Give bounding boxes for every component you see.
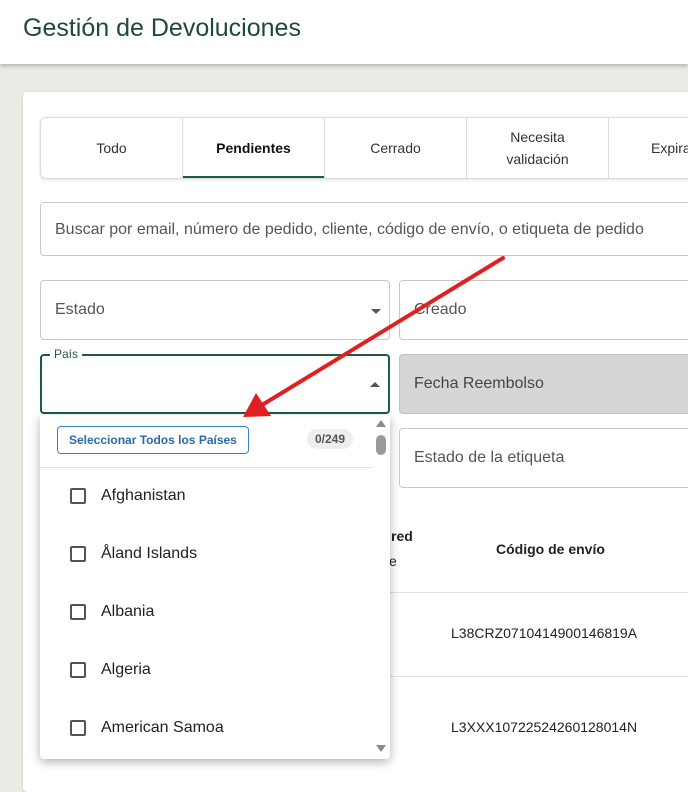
top-bar: Gestión de Devoluciones [0, 0, 688, 64]
country-option-label: American Samoa [101, 719, 224, 736]
scroll-up-arrow-icon[interactable] [376, 420, 386, 427]
scroll-down-arrow-icon[interactable] [376, 745, 386, 752]
country-option[interactable]: Åland Islands [40, 525, 372, 583]
checkbox[interactable] [70, 720, 86, 736]
tab-expira[interactable]: Expira [609, 118, 688, 178]
estado-etiqueta-label: Estado de la etiqueta [414, 449, 565, 466]
country-option-label: Algeria [101, 661, 151, 678]
pais-select[interactable]: País [40, 347, 390, 414]
country-option[interactable]: Algeria [40, 641, 372, 699]
estado-select[interactable]: Estado [40, 280, 390, 340]
estado-etiqueta-select[interactable]: Estado de la etiqueta [399, 428, 688, 488]
dropdown-header: Seleccionar Todos los Países 0/249 [40, 415, 372, 468]
select-all-countries-button[interactable]: Seleccionar Todos los Países [57, 426, 249, 454]
row-divider [390, 592, 688, 593]
country-option[interactable]: Afghanistan [40, 467, 372, 525]
page-title: Gestión de Devoluciones [23, 14, 301, 42]
row-divider [390, 676, 688, 677]
fecha-reembolso-field[interactable]: Fecha Reembolso [399, 354, 688, 414]
scroll-thumb[interactable] [376, 435, 386, 455]
shipping-code-cell: L3XXX10722524260128014N [451, 719, 638, 735]
chevron-down-icon [371, 309, 381, 314]
checkbox[interactable] [70, 662, 86, 678]
creado-date-field[interactable]: Creado [399, 280, 688, 340]
pais-label: País [50, 347, 83, 361]
tab-necesita-validacion-label: Necesita validación [506, 129, 569, 167]
checkbox[interactable] [70, 604, 86, 620]
chevron-up-icon [370, 382, 380, 387]
tab-pendientes[interactable]: Pendientes [183, 118, 325, 178]
checkbox[interactable] [70, 488, 86, 504]
search-input[interactable]: Buscar por email, número de pedido, clie… [40, 202, 688, 256]
selection-count-badge: 0/249 [307, 429, 354, 449]
country-option-label: Afghanistan [101, 487, 186, 504]
tab-todo[interactable]: Todo [41, 118, 183, 178]
checkbox[interactable] [70, 546, 86, 562]
creado-label: Creado [414, 301, 467, 318]
shipping-code-cell: L38CRZ0710414900146819A [451, 625, 638, 641]
fecha-reembolso-label: Fecha Reembolso [414, 375, 544, 392]
status-tabs: Todo Pendientes Cerrado Necesita validac… [40, 117, 688, 179]
column-header-shipping-code[interactable]: Código de envío [496, 541, 605, 557]
dropdown-scrollbar[interactable] [372, 415, 390, 759]
tab-necesita-validacion[interactable]: Necesita validación [467, 118, 609, 178]
country-dropdown: Seleccionar Todos los Países 0/249 Afgha… [40, 415, 390, 759]
country-option-label: Åland Islands [101, 545, 198, 562]
country-option[interactable]: American Samoa [40, 699, 372, 757]
estado-label: Estado [55, 301, 105, 318]
country-option-label: Albania [101, 603, 155, 620]
partial-column-header-2: e [389, 553, 397, 569]
country-option[interactable]: Albania [40, 583, 372, 641]
search-placeholder: Buscar por email, número de pedido, clie… [55, 221, 644, 238]
partial-column-header: red [391, 528, 413, 544]
tab-cerrado[interactable]: Cerrado [325, 118, 467, 178]
